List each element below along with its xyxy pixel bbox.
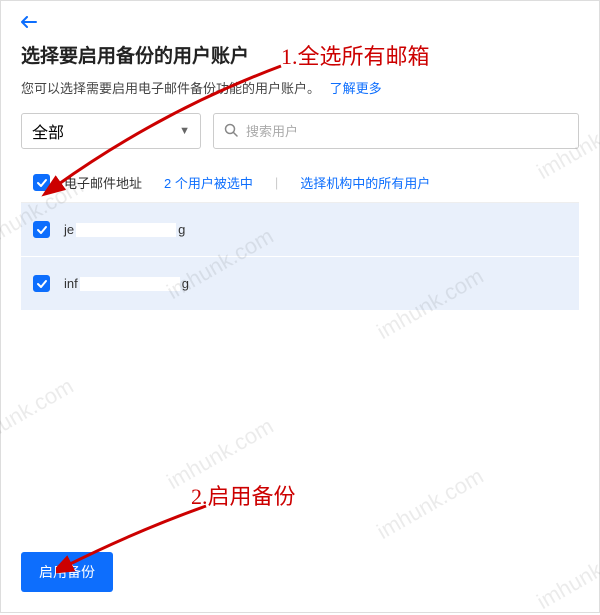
filter-select[interactable]: 全部 ▼ (21, 113, 201, 149)
search-field[interactable] (213, 113, 579, 149)
row-checkbox[interactable] (33, 221, 50, 238)
select-org-link[interactable]: 选择机构中的所有用户 (300, 173, 430, 192)
back-arrow-icon[interactable] (21, 15, 37, 33)
table-row[interactable]: jeg (21, 203, 579, 257)
learn-more-link[interactable]: 了解更多 (330, 81, 382, 96)
chevron-down-icon: ▼ (179, 125, 190, 137)
row-checkbox[interactable] (33, 275, 50, 292)
subtitle-text: 您可以选择需要启用电子邮件备份功能的用户账户。 (21, 81, 320, 96)
user-email: infg (64, 276, 189, 292)
enable-backup-button[interactable]: 启用备份 (21, 552, 113, 592)
divider: | (275, 175, 278, 190)
table-row[interactable]: infg (21, 257, 579, 311)
column-header-email: 电子邮件地址 (64, 173, 142, 192)
watermark: imhunk.com (372, 463, 488, 545)
page-title: 选择要启用备份的用户账户 (21, 41, 579, 68)
watermark: imhunk.com (162, 413, 278, 495)
selected-count: 2 个用户被选中 (164, 173, 253, 192)
select-all-checkbox[interactable] (33, 174, 50, 191)
filter-row: 全部 ▼ (21, 113, 579, 149)
page-subtitle: 您可以选择需要启用电子邮件备份功能的用户账户。 了解更多 (21, 78, 579, 97)
table-header-row: 电子邮件地址 2 个用户被选中 | 选择机构中的所有用户 (21, 163, 579, 203)
search-icon (224, 123, 238, 140)
watermark: imhunk.com (532, 533, 600, 615)
user-email: jeg (64, 222, 185, 238)
search-input[interactable] (246, 124, 568, 139)
filter-select-value: 全部 (32, 119, 64, 143)
watermark: imhunk.com (0, 373, 78, 455)
annotation-2: 2.启用备份 (191, 479, 296, 511)
